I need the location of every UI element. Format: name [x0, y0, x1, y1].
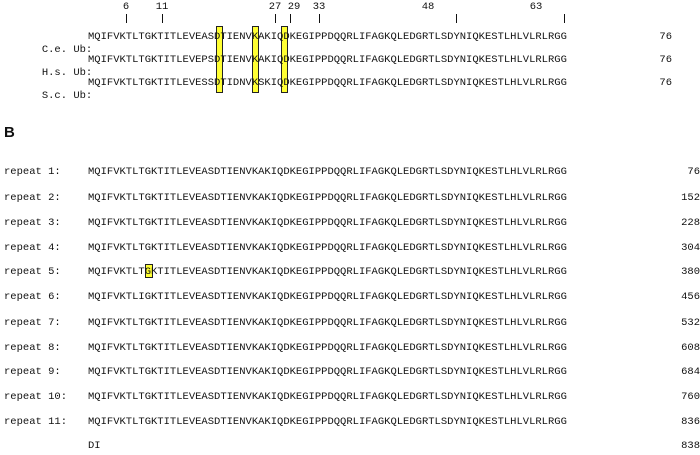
repeat-row: repeat 4:	[4, 242, 61, 255]
row-name: repeat 4:	[4, 242, 61, 254]
row-name: S.c. Ub:	[41, 90, 93, 102]
repeat-row: repeat 3:	[4, 217, 61, 230]
position-tick	[564, 14, 565, 23]
row-sequence: MQIFVKTLTGKTITLEVEASDTIENVKAKIQDKEGIPPDQ…	[88, 166, 567, 178]
row-name: repeat 9:	[4, 366, 61, 378]
row-sequence: MQIFVKTLTGKTITLEVEASDTIENVKAKIQDKEGIPPDQ…	[88, 317, 567, 329]
alignment-row: S.c. Ub:	[4, 77, 92, 102]
row-sequence: MQIFVKTLTGKTITLEVEASDTIENVKAKIQDKEGIPPDQ…	[88, 342, 567, 354]
position-label: 6	[122, 1, 130, 13]
row-name: repeat 10:	[4, 391, 68, 403]
position-label: 29	[287, 1, 301, 13]
repeat-row: repeat 6:	[4, 291, 61, 304]
row-length: 76	[659, 77, 672, 89]
position-tick	[319, 14, 320, 23]
row-name: repeat 8:	[4, 342, 61, 354]
row-length: 76	[659, 54, 672, 66]
position-tick	[126, 14, 127, 23]
panel-b-label: B	[4, 124, 15, 141]
repeat-row: repeat 11:	[4, 416, 67, 429]
row-length: 684	[681, 366, 700, 378]
repeat-row: repeat 1:	[4, 166, 61, 179]
alignment-row: C.e. Ub:	[4, 31, 92, 56]
repeat-row: repeat 10:	[4, 391, 67, 404]
row-name: repeat 11:	[4, 416, 68, 428]
position-label: 48	[421, 1, 435, 13]
row-sequence: MQIFVKTLTGKTITLEVEASDTIENVKAKIQDKEGIPPDQ…	[88, 242, 567, 254]
row-length: 456	[681, 291, 700, 303]
row-sequence: MQIFVKTLTGKTITLEVESSDTIDNVKSKIQDKEGIPPDQ…	[88, 77, 567, 89]
repeat-row: repeat 5:	[4, 266, 61, 279]
row-sequence: MQIFVKTLTGKTITLEVEASDTIENVKAKIQDKEGIPPDQ…	[88, 391, 567, 403]
row-length: 380	[681, 266, 700, 278]
position-tick	[290, 14, 291, 23]
position-tick	[162, 14, 163, 23]
repeat-row: repeat 7:	[4, 317, 61, 330]
row-length: 76	[659, 31, 672, 43]
row-length: 228	[681, 217, 700, 229]
row-sequence: MQIFVKTLTGKTITLEVEASDTIENVKAKIQDKEGIPPDQ…	[88, 266, 567, 278]
row-name: repeat 5:	[4, 266, 61, 278]
position-tick	[275, 14, 276, 23]
row-sequence: MQIFVKTLIGKTITLEVEASDTIENVKAKIQDKEGIPPDQ…	[88, 291, 567, 303]
position-label: 63	[529, 1, 543, 13]
position-label: 33	[312, 1, 326, 13]
row-length: 304	[681, 242, 700, 254]
row-length: 76	[687, 166, 700, 178]
row-length: 152	[681, 192, 700, 204]
position-label: 11	[155, 1, 169, 13]
alignment-figure: 6 11 27 29 33 48 63 C.e. Ub: MQIFVKTLTGK…	[0, 0, 700, 455]
position-tick	[456, 14, 457, 23]
repeat-row: repeat 9:	[4, 366, 61, 379]
row-name: repeat 7:	[4, 317, 61, 329]
row-name: repeat 2:	[4, 192, 61, 204]
row-name: repeat 3:	[4, 217, 61, 229]
row-length: 760	[681, 391, 700, 403]
row-sequence: MQIFVKTLTGKTITLEVEPSDTIENVKAKIQDKEGIPPDQ…	[88, 54, 567, 66]
row-sequence: MQIFVKTLTGKTITLEVEASDTIENVKAKIQDKEGIPPDQ…	[88, 416, 567, 428]
row-sequence: DI	[88, 440, 101, 452]
row-name: repeat 1:	[4, 166, 61, 178]
row-length: 838	[681, 440, 700, 452]
row-length: 532	[681, 317, 700, 329]
repeat-row: repeat 2:	[4, 192, 61, 205]
row-name: repeat 6:	[4, 291, 61, 303]
row-length: 608	[681, 342, 700, 354]
position-label: 27	[268, 1, 282, 13]
row-length: 836	[681, 416, 700, 428]
row-sequence: MQIFVKTLTGKTITLEVEASDTIENVKAKIQDKEGIPPDQ…	[88, 31, 567, 43]
row-sequence: MQIFVKTLTGKTITLEVEASDTIENVKAKIQDKEGIPPDQ…	[88, 217, 567, 229]
row-sequence: MQIFVKTLTGKTITLEVEASDTIENVKAKIQDKEGIPPDQ…	[88, 366, 567, 378]
repeat-row: repeat 8:	[4, 342, 61, 355]
alignment-row: H.s. Ub:	[4, 54, 92, 79]
row-sequence: MQIFVKTLTGKTITLEVEASDTIENVKAKIQDKEGIPPDQ…	[88, 192, 567, 204]
